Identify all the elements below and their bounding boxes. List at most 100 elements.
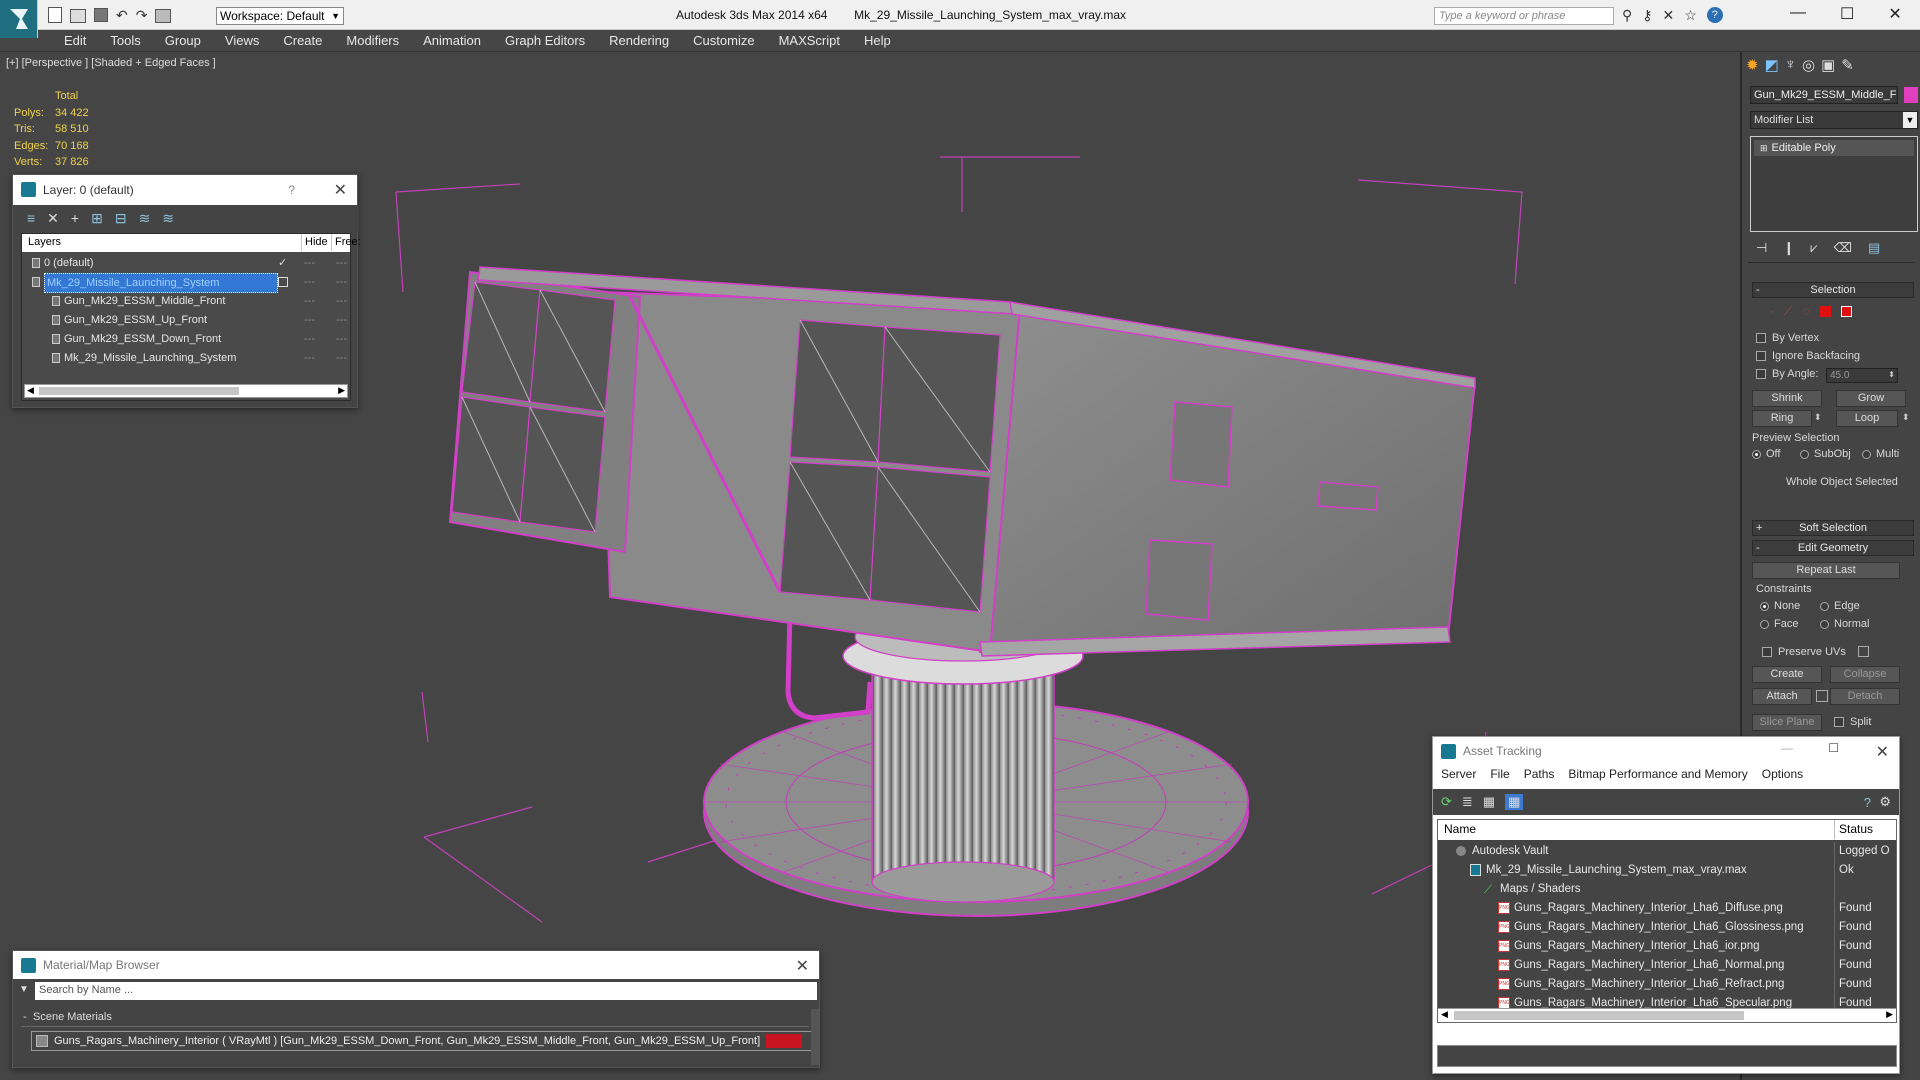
- slice-plane-button[interactable]: Slice Plane: [1752, 714, 1822, 731]
- layer-row[interactable]: Gun_Mk29_ESSM_Middle_Front --- ---: [22, 292, 350, 311]
- menu-customize[interactable]: Customize: [681, 33, 766, 48]
- element-mode-icon[interactable]: [1840, 306, 1852, 317]
- freeze-toggle[interactable]: ---: [336, 349, 347, 367]
- edit-geometry-rollout-header[interactable]: - Edit Geometry: [1752, 540, 1914, 556]
- freeze-all-icon[interactable]: ≋: [162, 210, 174, 227]
- material-entry[interactable]: Guns_Ragars_Machinery_Interior ( VRayMtl…: [31, 1031, 817, 1051]
- menu-server[interactable]: Server: [1441, 767, 1476, 781]
- help-icon[interactable]: ?: [1706, 7, 1723, 23]
- hide-toggle[interactable]: ---: [304, 273, 315, 291]
- minimize-icon[interactable]: —: [1781, 741, 1793, 755]
- material-browser-titlebar[interactable]: Material/Map Browser ✕: [13, 951, 819, 979]
- freeze-toggle[interactable]: ---: [336, 292, 347, 310]
- layer-window-titlebar[interactable]: Layer: 0 (default) ? ✕: [13, 175, 357, 205]
- preview-off-radio[interactable]: Off: [1752, 448, 1780, 460]
- list-view-icon[interactable]: ≣: [1462, 794, 1473, 810]
- pin-stack-icon[interactable]: ⊣: [1756, 240, 1767, 256]
- motion-tab-icon[interactable]: ◎: [1802, 56, 1815, 74]
- browser-vscrollbar[interactable]: [811, 1009, 819, 1065]
- display-tab-icon[interactable]: ▣: [1821, 56, 1835, 74]
- by-angle-checkbox[interactable]: By Angle:: [1756, 368, 1818, 380]
- selection-rollout-header[interactable]: - Selection: [1752, 282, 1914, 298]
- loop-button[interactable]: Loop: [1836, 410, 1898, 427]
- binoculars-icon[interactable]: ⚲: [1622, 7, 1632, 24]
- show-end-result-icon[interactable]: ❙: [1783, 240, 1794, 256]
- asset-row[interactable]: PNG Guns_Ragars_Machinery_Interior_Lha6_N…: [1438, 956, 1896, 975]
- layer-row[interactable]: Gun_Mk29_ESSM_Up_Front --- ---: [22, 311, 350, 330]
- save-file-icon[interactable]: [94, 8, 108, 22]
- hide-toggle[interactable]: ---: [304, 330, 315, 348]
- favorites-star-icon[interactable]: ☆: [1684, 7, 1697, 24]
- asset-tracking-titlebar[interactable]: Asset Tracking — ☐ ✕: [1433, 737, 1899, 765]
- menu-views[interactable]: Views: [213, 33, 271, 48]
- collapse-button[interactable]: Collapse: [1830, 666, 1900, 683]
- select-objects-icon[interactable]: ⊞: [91, 210, 103, 227]
- exchange-icon[interactable]: ✕: [1663, 7, 1675, 24]
- asset-row[interactable]: Autodesk Vault Logged O: [1438, 842, 1896, 861]
- modify-tab-icon[interactable]: ◩: [1765, 56, 1779, 74]
- soft-selection-rollout-header[interactable]: + Soft Selection: [1752, 520, 1914, 536]
- asset-row[interactable]: PNG Guns_Ragars_Machinery_Interior_Lha6_G…: [1438, 918, 1896, 937]
- configure-sets-icon[interactable]: ▤: [1868, 240, 1880, 256]
- asset-hscrollbar[interactable]: ◀ ▶: [1438, 1008, 1896, 1022]
- column-freeze[interactable]: Free:: [331, 234, 361, 251]
- layer-hscrollbar[interactable]: ◀ ▶: [24, 384, 348, 398]
- menu-tools[interactable]: Tools: [98, 33, 152, 48]
- asset-row[interactable]: ⟋ Maps / Shaders: [1438, 880, 1896, 899]
- column-hide[interactable]: Hide: [301, 234, 335, 251]
- maximize-icon[interactable]: ☐: [1828, 741, 1839, 755]
- grow-button[interactable]: Grow: [1836, 390, 1906, 407]
- preserve-uvs-settings-icon[interactable]: [1858, 646, 1869, 657]
- split-checkbox[interactable]: Split: [1834, 716, 1871, 728]
- hide-toggle[interactable]: ---: [304, 311, 315, 329]
- constraint-face-radio[interactable]: Face: [1760, 618, 1798, 630]
- key-icon[interactable]: ⚷: [1642, 7, 1652, 24]
- repeat-last-button[interactable]: Repeat Last: [1752, 562, 1900, 579]
- asset-row[interactable]: PNG Guns_Ragars_Machinery_Interior_Lha6_D…: [1438, 899, 1896, 918]
- layer-row[interactable]: Mk_29_Missile_Launching_System --- ---: [22, 349, 350, 368]
- maximize-icon[interactable]: ☐: [1840, 4, 1854, 24]
- settings-icon[interactable]: ⚙: [1879, 794, 1891, 810]
- create-tab-icon[interactable]: ✹: [1746, 56, 1759, 74]
- thumbnail-view-icon[interactable]: ▦: [1483, 794, 1495, 810]
- freeze-toggle[interactable]: ---: [336, 254, 347, 272]
- help-icon[interactable]: ?: [288, 183, 295, 197]
- asset-row[interactable]: PNG Guns_Ragars_Machinery_Interior_Lha6_i…: [1438, 937, 1896, 956]
- column-status[interactable]: Status: [1834, 820, 1896, 839]
- stack-item-editable-poly[interactable]: ⊞ Editable Poly: [1754, 140, 1914, 156]
- infocenter-search[interactable]: Type a keyword or phrase: [1434, 7, 1614, 25]
- by-vertex-checkbox[interactable]: By Vertex: [1756, 332, 1819, 344]
- constraint-normal-radio[interactable]: Normal: [1820, 618, 1869, 630]
- preview-subobj-radio[interactable]: SubObj: [1800, 448, 1851, 460]
- menu-options[interactable]: Options: [1762, 767, 1803, 781]
- object-color-swatch[interactable]: [1904, 87, 1918, 103]
- modifier-list-dropdown[interactable]: Modifier List ▼: [1750, 111, 1918, 129]
- menu-rendering[interactable]: Rendering: [597, 33, 681, 48]
- menu-file[interactable]: File: [1490, 767, 1509, 781]
- freeze-toggle[interactable]: ---: [336, 311, 347, 329]
- shrink-button[interactable]: Shrink: [1752, 390, 1822, 407]
- menu-modifiers[interactable]: Modifiers: [334, 33, 411, 48]
- asset-row[interactable]: PNG Guns_Ragars_Machinery_Interior_Lha6_R…: [1438, 975, 1896, 994]
- menu-paths[interactable]: Paths: [1524, 767, 1555, 781]
- redo-icon[interactable]: ↷: [136, 7, 148, 24]
- scene-materials-group[interactable]: - Scene Materials: [21, 1009, 809, 1027]
- object-name-field[interactable]: Gun_Mk29_ESSM_Middle_Fro: [1750, 86, 1898, 104]
- workspace-dropdown[interactable]: Workspace: Default ▼: [216, 7, 344, 25]
- vertex-mode-icon[interactable]: ·: [1770, 304, 1774, 319]
- close-icon[interactable]: ✕: [1888, 4, 1901, 24]
- close-icon[interactable]: ✕: [1876, 742, 1889, 762]
- angle-spinner[interactable]: 45.0 ⬍: [1826, 368, 1898, 383]
- ring-spinner-icon[interactable]: ⬍: [1814, 412, 1822, 423]
- freeze-toggle[interactable]: ---: [336, 330, 347, 348]
- app-logo-button[interactable]: [0, 0, 38, 38]
- add-to-layer-icon[interactable]: +: [71, 210, 79, 226]
- menu-edit[interactable]: Edit: [52, 33, 98, 48]
- constraint-none-radio[interactable]: None: [1760, 600, 1800, 612]
- hide-toggle[interactable]: ---: [304, 349, 315, 367]
- freeze-toggle[interactable]: ---: [336, 273, 347, 291]
- open-file-icon[interactable]: [70, 9, 86, 23]
- close-icon[interactable]: ✕: [796, 956, 809, 976]
- layer-row[interactable]: Mk_29_Missile_Launching_System --- ---: [22, 273, 350, 293]
- preserve-uvs-checkbox[interactable]: Preserve UVs: [1762, 646, 1846, 658]
